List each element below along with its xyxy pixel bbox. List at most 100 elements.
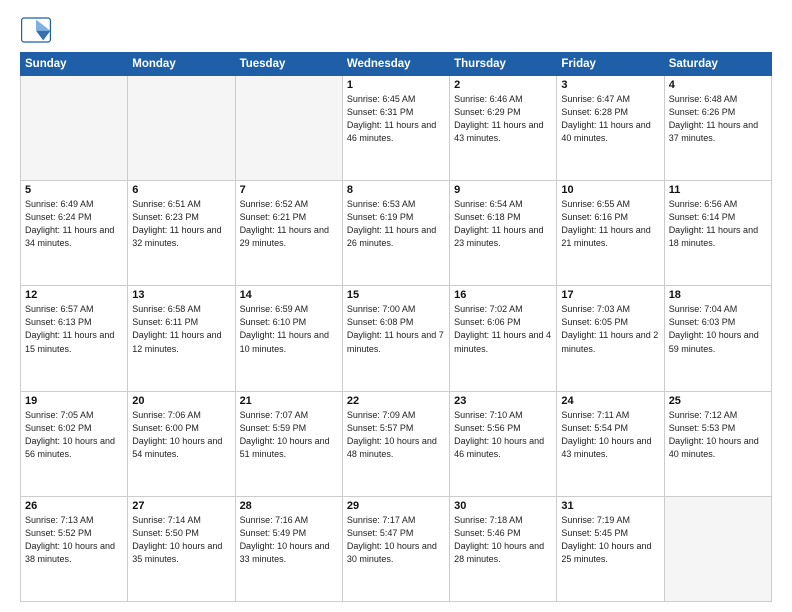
- day-number: 30: [454, 500, 552, 512]
- day-info: Sunrise: 6:57 AM Sunset: 6:13 PM Dayligh…: [25, 303, 123, 355]
- calendar-cell: 24 Sunrise: 7:11 AM Sunset: 5:54 PM Dayli…: [557, 391, 664, 496]
- calendar-header-row: SundayMondayTuesdayWednesdayThursdayFrid…: [21, 53, 772, 76]
- calendar-cell: [235, 76, 342, 181]
- day-number: 13: [132, 289, 230, 301]
- day-number: 29: [347, 500, 445, 512]
- day-header-friday: Friday: [557, 53, 664, 76]
- day-info: Sunrise: 6:55 AM Sunset: 6:16 PM Dayligh…: [561, 198, 659, 250]
- calendar-week-row: 19 Sunrise: 7:05 AM Sunset: 6:02 PM Dayli…: [21, 391, 772, 496]
- day-header-saturday: Saturday: [664, 53, 771, 76]
- day-info: Sunrise: 6:49 AM Sunset: 6:24 PM Dayligh…: [25, 198, 123, 250]
- day-info: Sunrise: 6:48 AM Sunset: 6:26 PM Dayligh…: [669, 93, 767, 145]
- day-header-wednesday: Wednesday: [342, 53, 449, 76]
- day-number: 14: [240, 289, 338, 301]
- day-number: 27: [132, 500, 230, 512]
- calendar-cell: 19 Sunrise: 7:05 AM Sunset: 6:02 PM Dayli…: [21, 391, 128, 496]
- calendar-cell: [664, 496, 771, 601]
- day-info: Sunrise: 7:10 AM Sunset: 5:56 PM Dayligh…: [454, 409, 552, 461]
- day-number: 25: [669, 395, 767, 407]
- day-info: Sunrise: 7:00 AM Sunset: 6:08 PM Dayligh…: [347, 303, 445, 355]
- calendar-cell: 12Sunrise: 6:57 AM Sunset: 6:13 PM Dayli…: [21, 286, 128, 391]
- day-info: Sunrise: 7:19 AM Sunset: 5:45 PM Dayligh…: [561, 514, 659, 566]
- calendar-cell: 18Sunrise: 7:04 AM Sunset: 6:03 PM Dayli…: [664, 286, 771, 391]
- calendar-cell: 26 Sunrise: 7:13 AM Sunset: 5:52 PM Dayli…: [21, 496, 128, 601]
- calendar-cell: 15 Sunrise: 7:00 AM Sunset: 6:08 PM Dayli…: [342, 286, 449, 391]
- day-number: 26: [25, 500, 123, 512]
- day-info: Sunrise: 7:06 AM Sunset: 6:00 PM Dayligh…: [132, 409, 230, 461]
- calendar-cell: 29 Sunrise: 7:17 AM Sunset: 5:47 PM Dayli…: [342, 496, 449, 601]
- calendar-cell: 17Sunrise: 7:03 AM Sunset: 6:05 PM Dayli…: [557, 286, 664, 391]
- calendar-cell: 8 Sunrise: 6:53 AM Sunset: 6:19 PM Daylig…: [342, 181, 449, 286]
- day-number: 10: [561, 184, 659, 196]
- logo: [20, 16, 56, 44]
- day-number: 16: [454, 289, 552, 301]
- day-info: Sunrise: 7:13 AM Sunset: 5:52 PM Dayligh…: [25, 514, 123, 566]
- day-info: Sunrise: 6:46 AM Sunset: 6:29 PM Dayligh…: [454, 93, 552, 145]
- day-number: 24: [561, 395, 659, 407]
- calendar-week-row: 26 Sunrise: 7:13 AM Sunset: 5:52 PM Dayli…: [21, 496, 772, 601]
- logo-icon: [20, 16, 52, 44]
- day-info: Sunrise: 6:53 AM Sunset: 6:19 PM Dayligh…: [347, 198, 445, 250]
- day-info: Sunrise: 7:12 AM Sunset: 5:53 PM Dayligh…: [669, 409, 767, 461]
- day-number: 7: [240, 184, 338, 196]
- calendar-week-row: 1 Sunrise: 6:45 AM Sunset: 6:31 PM Daylig…: [21, 76, 772, 181]
- day-number: 15: [347, 289, 445, 301]
- day-info: Sunrise: 7:09 AM Sunset: 5:57 PM Dayligh…: [347, 409, 445, 461]
- day-info: Sunrise: 6:52 AM Sunset: 6:21 PM Dayligh…: [240, 198, 338, 250]
- calendar-cell: [128, 76, 235, 181]
- day-number: 31: [561, 500, 659, 512]
- day-info: Sunrise: 7:02 AM Sunset: 6:06 PM Dayligh…: [454, 303, 552, 355]
- calendar-cell: 22 Sunrise: 7:09 AM Sunset: 5:57 PM Dayli…: [342, 391, 449, 496]
- header: [20, 16, 772, 44]
- day-number: 8: [347, 184, 445, 196]
- day-number: 6: [132, 184, 230, 196]
- calendar-cell: 21Sunrise: 7:07 AM Sunset: 5:59 PM Dayli…: [235, 391, 342, 496]
- day-info: Sunrise: 6:56 AM Sunset: 6:14 PM Dayligh…: [669, 198, 767, 250]
- day-info: Sunrise: 7:05 AM Sunset: 6:02 PM Dayligh…: [25, 409, 123, 461]
- calendar-cell: 3 Sunrise: 6:47 AM Sunset: 6:28 PM Daylig…: [557, 76, 664, 181]
- day-info: Sunrise: 7:14 AM Sunset: 5:50 PM Dayligh…: [132, 514, 230, 566]
- day-number: 21: [240, 395, 338, 407]
- day-info: Sunrise: 7:03 AM Sunset: 6:05 PM Dayligh…: [561, 303, 659, 355]
- calendar-cell: 14 Sunrise: 6:59 AM Sunset: 6:10 PM Dayli…: [235, 286, 342, 391]
- day-number: 5: [25, 184, 123, 196]
- day-number: 9: [454, 184, 552, 196]
- day-info: Sunrise: 7:16 AM Sunset: 5:49 PM Dayligh…: [240, 514, 338, 566]
- day-number: 4: [669, 79, 767, 91]
- day-info: Sunrise: 7:17 AM Sunset: 5:47 PM Dayligh…: [347, 514, 445, 566]
- day-info: Sunrise: 6:54 AM Sunset: 6:18 PM Dayligh…: [454, 198, 552, 250]
- calendar-week-row: 5 Sunrise: 6:49 AM Sunset: 6:24 PM Daylig…: [21, 181, 772, 286]
- day-number: 28: [240, 500, 338, 512]
- day-number: 2: [454, 79, 552, 91]
- day-info: Sunrise: 6:58 AM Sunset: 6:11 PM Dayligh…: [132, 303, 230, 355]
- day-header-tuesday: Tuesday: [235, 53, 342, 76]
- calendar-cell: 7 Sunrise: 6:52 AM Sunset: 6:21 PM Daylig…: [235, 181, 342, 286]
- calendar-cell: 1 Sunrise: 6:45 AM Sunset: 6:31 PM Daylig…: [342, 76, 449, 181]
- day-number: 11: [669, 184, 767, 196]
- day-info: Sunrise: 7:11 AM Sunset: 5:54 PM Dayligh…: [561, 409, 659, 461]
- calendar-cell: 10 Sunrise: 6:55 AM Sunset: 6:16 PM Dayli…: [557, 181, 664, 286]
- day-number: 1: [347, 79, 445, 91]
- calendar-cell: 5 Sunrise: 6:49 AM Sunset: 6:24 PM Daylig…: [21, 181, 128, 286]
- day-number: 20: [132, 395, 230, 407]
- page: SundayMondayTuesdayWednesdayThursdayFrid…: [0, 0, 792, 612]
- day-info: Sunrise: 6:59 AM Sunset: 6:10 PM Dayligh…: [240, 303, 338, 355]
- day-number: 3: [561, 79, 659, 91]
- calendar-week-row: 12Sunrise: 6:57 AM Sunset: 6:13 PM Dayli…: [21, 286, 772, 391]
- calendar-cell: 28 Sunrise: 7:16 AM Sunset: 5:49 PM Dayli…: [235, 496, 342, 601]
- calendar-cell: 4 Sunrise: 6:48 AM Sunset: 6:26 PM Daylig…: [664, 76, 771, 181]
- calendar-cell: 9 Sunrise: 6:54 AM Sunset: 6:18 PM Daylig…: [450, 181, 557, 286]
- day-number: 22: [347, 395, 445, 407]
- calendar-cell: 13 Sunrise: 6:58 AM Sunset: 6:11 PM Dayli…: [128, 286, 235, 391]
- calendar-table: SundayMondayTuesdayWednesdayThursdayFrid…: [20, 52, 772, 602]
- day-info: Sunrise: 6:47 AM Sunset: 6:28 PM Dayligh…: [561, 93, 659, 145]
- calendar-cell: 16 Sunrise: 7:02 AM Sunset: 6:06 PM Dayli…: [450, 286, 557, 391]
- day-number: 19: [25, 395, 123, 407]
- day-info: Sunrise: 6:45 AM Sunset: 6:31 PM Dayligh…: [347, 93, 445, 145]
- calendar-cell: 11 Sunrise: 6:56 AM Sunset: 6:14 PM Dayli…: [664, 181, 771, 286]
- day-info: Sunrise: 6:51 AM Sunset: 6:23 PM Dayligh…: [132, 198, 230, 250]
- day-info: Sunrise: 7:04 AM Sunset: 6:03 PM Dayligh…: [669, 303, 767, 355]
- day-header-monday: Monday: [128, 53, 235, 76]
- calendar-cell: 2 Sunrise: 6:46 AM Sunset: 6:29 PM Daylig…: [450, 76, 557, 181]
- calendar-cell: 25 Sunrise: 7:12 AM Sunset: 5:53 PM Dayli…: [664, 391, 771, 496]
